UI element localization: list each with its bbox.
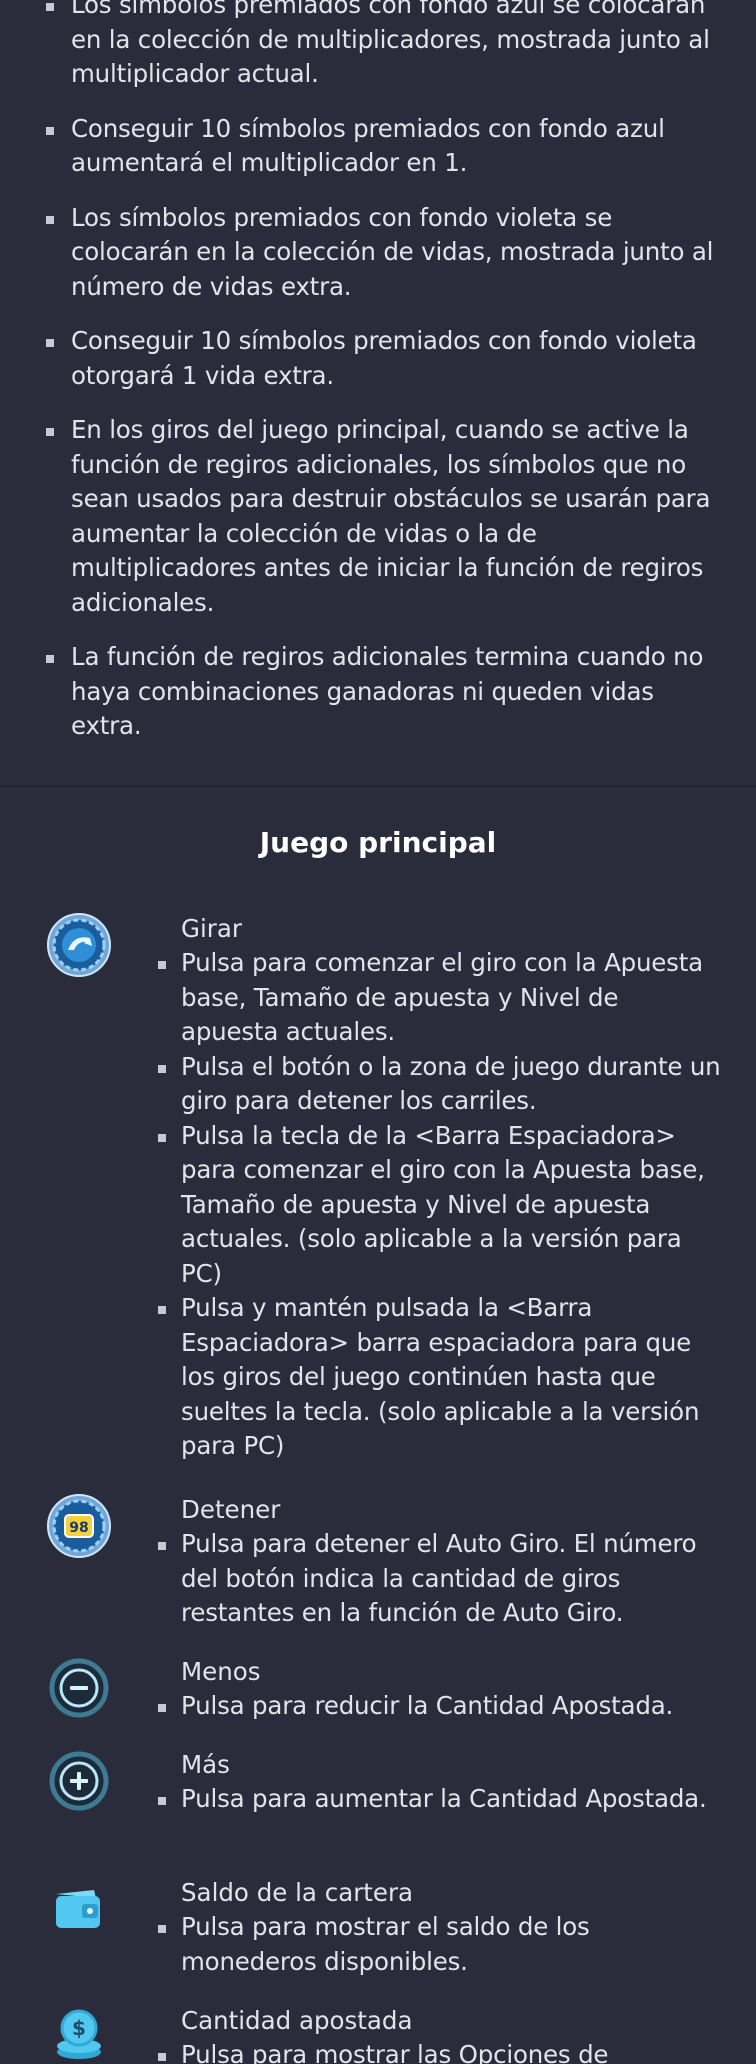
control-description-list: Pulsa para comenzar el giro con la Apues… — [158, 946, 721, 1464]
control-name: Menos — [181, 1657, 261, 1686]
rule-item: Los símbolos premiados con fondo azul se… — [0, 0, 756, 92]
control-name: Girar — [181, 914, 242, 943]
rule-item: En los giros del juego principal, cuando… — [0, 413, 756, 620]
rule-item: Conseguir 10 símbolos premiados con fond… — [0, 112, 756, 181]
list-item: Pulsa para aumentar la Cantidad Apostada… — [158, 1782, 721, 1817]
wallet-icon — [46, 1876, 112, 1942]
list-item: Pulsa para comenzar el giro con la Apues… — [158, 946, 721, 1050]
list-item: Pulsa para detener el Auto Giro. El núme… — [158, 1527, 721, 1631]
control-description-list: Pulsa para mostrar el saldo de los moned… — [158, 1910, 721, 1979]
list-item: Pulsa la tecla de la <Barra Espaciadora>… — [158, 1119, 721, 1292]
rules-list: Los símbolos premiados con fondo azul se… — [0, 0, 756, 764]
minus-icon — [46, 1655, 112, 1721]
paytable-page: Los símbolos premiados con fondo azul se… — [0, 0, 756, 2064]
control-description-list: Pulsa para aumentar la Cantidad Apostada… — [158, 1782, 721, 1817]
control-description-list: Pulsa para mostrar las Opciones de — [158, 2038, 721, 2064]
control-description-list: Pulsa para detener el Auto Giro. El núme… — [158, 1527, 721, 1631]
svg-text:$: $ — [72, 2016, 86, 2040]
control-description-list: Pulsa para reducir la Cantidad Apostada. — [158, 1689, 721, 1724]
stop-autospin-icon: 98 — [46, 1493, 112, 1559]
control-name: Detener — [181, 1495, 281, 1524]
control-name: Saldo de la cartera — [181, 1878, 414, 1907]
list-item: Pulsa para mostrar las Opciones de — [158, 2038, 721, 2064]
autospin-count: 98 — [69, 1520, 88, 1536]
list-item: Pulsa para mostrar el saldo de los moned… — [158, 1910, 721, 1979]
section-title: Juego principal — [259, 826, 497, 859]
coins-icon: $ — [46, 2004, 112, 2064]
list-item: Pulsa y mantén pulsada la <Barra Espacia… — [158, 1291, 721, 1464]
list-item: Pulsa para reducir la Cantidad Apostada. — [158, 1689, 721, 1724]
section-divider — [0, 785, 756, 787]
rule-item: Conseguir 10 símbolos premiados con fond… — [0, 324, 756, 393]
rule-item: La función de regiros adicionales termin… — [0, 640, 756, 744]
spin-icon — [46, 912, 112, 978]
list-item: Pulsa el botón o la zona de juego durant… — [158, 1050, 721, 1119]
plus-icon — [46, 1748, 112, 1814]
control-name: Más — [181, 1750, 230, 1779]
rule-item: Los símbolos premiados con fondo violeta… — [0, 201, 756, 305]
control-name: Cantidad apostada — [181, 2006, 413, 2035]
